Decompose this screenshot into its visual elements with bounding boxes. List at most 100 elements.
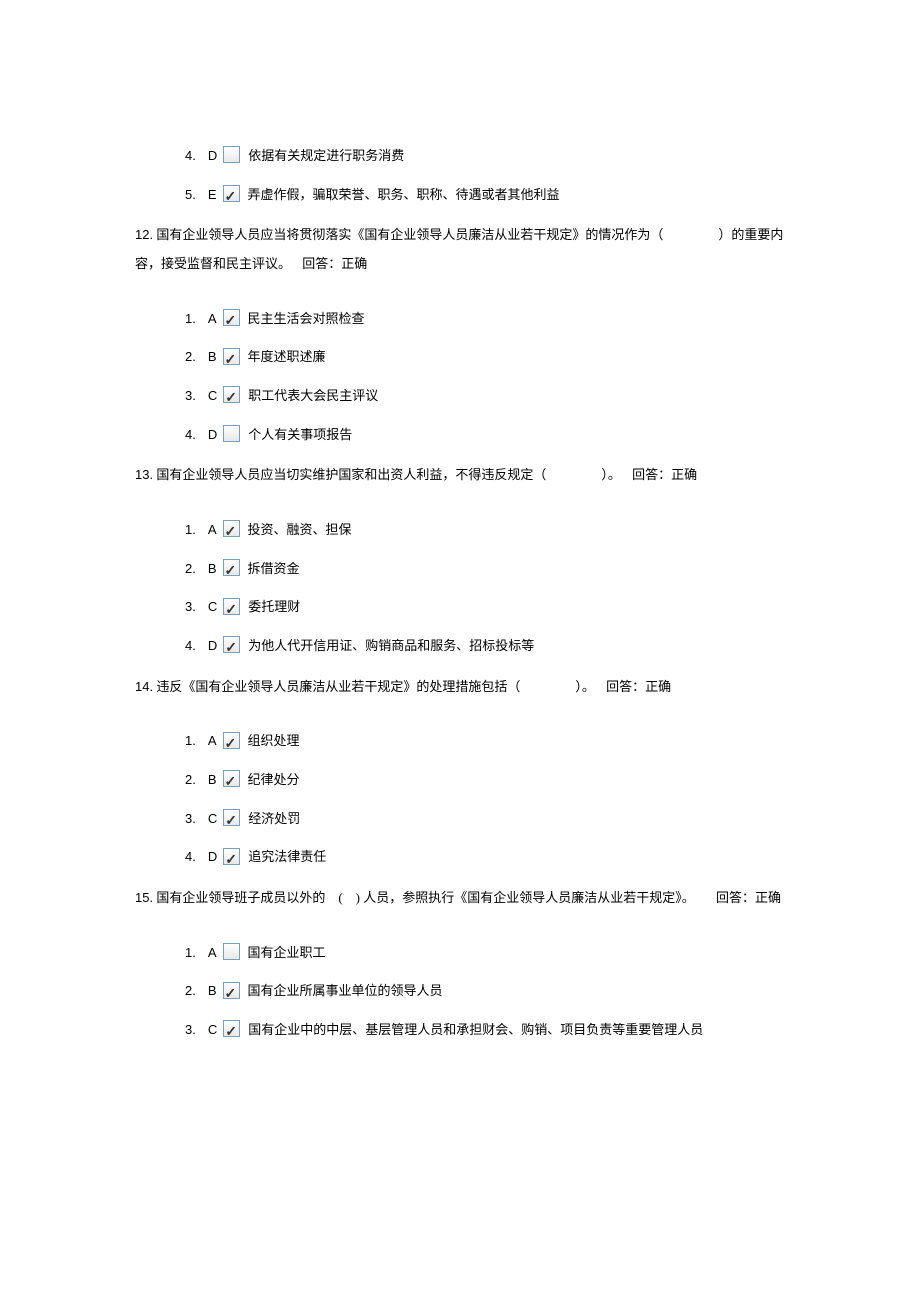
option-number: 3. <box>185 595 196 620</box>
option-number: 5. <box>185 183 196 208</box>
option-number: 4. <box>185 423 196 448</box>
checkbox-icon[interactable] <box>223 848 240 865</box>
option-text: 组织处理 <box>248 729 300 754</box>
option-number: 2. <box>185 557 196 582</box>
option-number: 3. <box>185 1018 196 1043</box>
question-number: 14. <box>135 679 153 694</box>
option-number: 1. <box>185 729 196 754</box>
option-letter: A <box>208 941 217 966</box>
question-stem: 14. 违反《国有企业领导人员廉洁从业若干规定》的处理措施包括（ ）。 回答：正确 <box>135 673 785 702</box>
option-letter: A <box>208 307 217 332</box>
option-text: 经济处罚 <box>248 807 300 832</box>
option-text: 投资、融资、担保 <box>248 518 352 543</box>
option-letter: C <box>208 384 217 409</box>
option-text: 纪律处分 <box>248 768 300 793</box>
option-row: 1. A 国有企业职工 <box>185 941 785 966</box>
option-letter: C <box>208 1018 217 1043</box>
answer-label: 回答：正确 <box>716 890 781 905</box>
option-text: 年度述职述廉 <box>248 345 326 370</box>
option-number: 4. <box>185 144 196 169</box>
option-row: 3. C 经济处罚 <box>185 807 785 832</box>
option-text: 拆借资金 <box>248 557 300 582</box>
option-number: 4. <box>185 845 196 870</box>
option-text: 弄虚作假，骗取荣誉、职务、职称、待遇或者其他利益 <box>248 183 560 208</box>
option-row: 3. C 职工代表大会民主评议 <box>185 384 785 409</box>
option-number: 2. <box>185 979 196 1004</box>
option-letter: A <box>208 729 217 754</box>
answer-label: 回答：正确 <box>302 256 367 271</box>
option-letter: A <box>208 518 217 543</box>
checkbox-icon[interactable] <box>223 943 240 960</box>
checkbox-icon[interactable] <box>223 809 240 826</box>
checkbox-icon[interactable] <box>223 598 240 615</box>
option-letter: E <box>208 183 217 208</box>
question-text-post: ）。 <box>601 467 621 482</box>
option-text: 为他人代开信用证、购销商品和服务、招标投标等 <box>248 634 534 659</box>
question-text-pre: 违反《国有企业领导人员廉洁从业若干规定》的处理措施包括（ <box>156 679 520 694</box>
option-letter: D <box>208 423 217 448</box>
option-letter: B <box>208 979 217 1004</box>
option-text: 职工代表大会民主评议 <box>248 384 378 409</box>
option-text: 依据有关规定进行职务消费 <box>248 144 404 169</box>
option-text: 国有企业中的中层、基层管理人员和承担财会、购销、项目负责等重要管理人员 <box>248 1018 703 1043</box>
checkbox-icon[interactable] <box>223 770 240 787</box>
option-number: 3. <box>185 807 196 832</box>
option-row: 3. C 国有企业中的中层、基层管理人员和承担财会、购销、项目负责等重要管理人员 <box>185 1018 785 1043</box>
question-stem: 13. 国有企业领导人员应当切实维护国家和出资人利益，不得违反规定（ ）。 回答：… <box>135 461 785 490</box>
question-number: 15. <box>135 890 153 905</box>
checkbox-icon[interactable] <box>223 732 240 749</box>
option-row: 2. B 拆借资金 <box>185 557 785 582</box>
question-stem: 15. 国有企业领导班子成员以外的 ( ) 人员，参照执行《国有企业领导人员廉洁… <box>135 884 785 913</box>
checkbox-icon[interactable] <box>223 425 240 442</box>
option-text: 民主生活会对照检查 <box>248 307 365 332</box>
question-number: 13. <box>135 467 153 482</box>
option-number: 2. <box>185 768 196 793</box>
option-letter: C <box>208 807 217 832</box>
option-letter: C <box>208 595 217 620</box>
option-number: 2. <box>185 345 196 370</box>
checkbox-icon[interactable] <box>223 386 240 403</box>
option-number: 1. <box>185 518 196 543</box>
option-row: 4. D 追究法律责任 <box>185 845 785 870</box>
option-text: 国有企业职工 <box>248 941 326 966</box>
option-letter: D <box>208 634 217 659</box>
question-text-pre: 国有企业领导班子成员以外的 ( ) 人员，参照执行《国有企业领导人员廉洁从业若干… <box>156 890 694 905</box>
checkbox-icon[interactable] <box>223 146 240 163</box>
answer-label: 回答：正确 <box>606 679 671 694</box>
checkbox-icon[interactable] <box>223 520 240 537</box>
question-12: 12. 国有企业领导人员应当将贯彻落实《国有企业领导人员廉洁从业若干规定》的情况… <box>135 221 785 447</box>
option-letter: B <box>208 345 217 370</box>
checkbox-icon[interactable] <box>223 1020 240 1037</box>
option-letter: D <box>208 845 217 870</box>
option-row: 2. B 国有企业所属事业单位的领导人员 <box>185 979 785 1004</box>
option-number: 1. <box>185 307 196 332</box>
stray-options-from-prev-question: 4. D 依据有关规定进行职务消费 5. E 弄虚作假，骗取荣誉、职务、职称、待… <box>135 144 785 207</box>
option-row: 2. B 年度述职述廉 <box>185 345 785 370</box>
checkbox-icon[interactable] <box>223 982 240 999</box>
question-15: 15. 国有企业领导班子成员以外的 ( ) 人员，参照执行《国有企业领导人员廉洁… <box>135 884 785 1043</box>
option-row: 3. C 委托理财 <box>185 595 785 620</box>
option-number: 1. <box>185 941 196 966</box>
option-row: 4. D 个人有关事项报告 <box>185 423 785 448</box>
question-text-pre: 国有企业领导人员应当切实维护国家和出资人利益，不得违反规定（ <box>156 467 546 482</box>
checkbox-icon[interactable] <box>223 559 240 576</box>
question-text-post: ）。 <box>575 679 595 694</box>
option-row: 1. A 投资、融资、担保 <box>185 518 785 543</box>
option-row: 4. D 依据有关规定进行职务消费 <box>185 144 785 169</box>
question-text-pre: 国有企业领导人员应当将贯彻落实《国有企业领导人员廉洁从业若干规定》的情况作为（ <box>156 227 663 242</box>
option-number: 4. <box>185 634 196 659</box>
checkbox-icon[interactable] <box>223 185 240 202</box>
option-row: 1. A 组织处理 <box>185 729 785 754</box>
option-row: 5. E 弄虚作假，骗取荣誉、职务、职称、待遇或者其他利益 <box>185 183 785 208</box>
checkbox-icon[interactable] <box>223 309 240 326</box>
answer-label: 回答：正确 <box>632 467 697 482</box>
question-number: 12. <box>135 227 153 242</box>
option-text: 个人有关事项报告 <box>248 423 352 448</box>
option-row: 4. D 为他人代开信用证、购销商品和服务、招标投标等 <box>185 634 785 659</box>
option-text: 委托理财 <box>248 595 300 620</box>
checkbox-icon[interactable] <box>223 636 240 653</box>
option-letter: B <box>208 557 217 582</box>
checkbox-icon[interactable] <box>223 348 240 365</box>
question-14: 14. 违反《国有企业领导人员廉洁从业若干规定》的处理措施包括（ ）。 回答：正确… <box>135 673 785 870</box>
option-row: 2. B 纪律处分 <box>185 768 785 793</box>
